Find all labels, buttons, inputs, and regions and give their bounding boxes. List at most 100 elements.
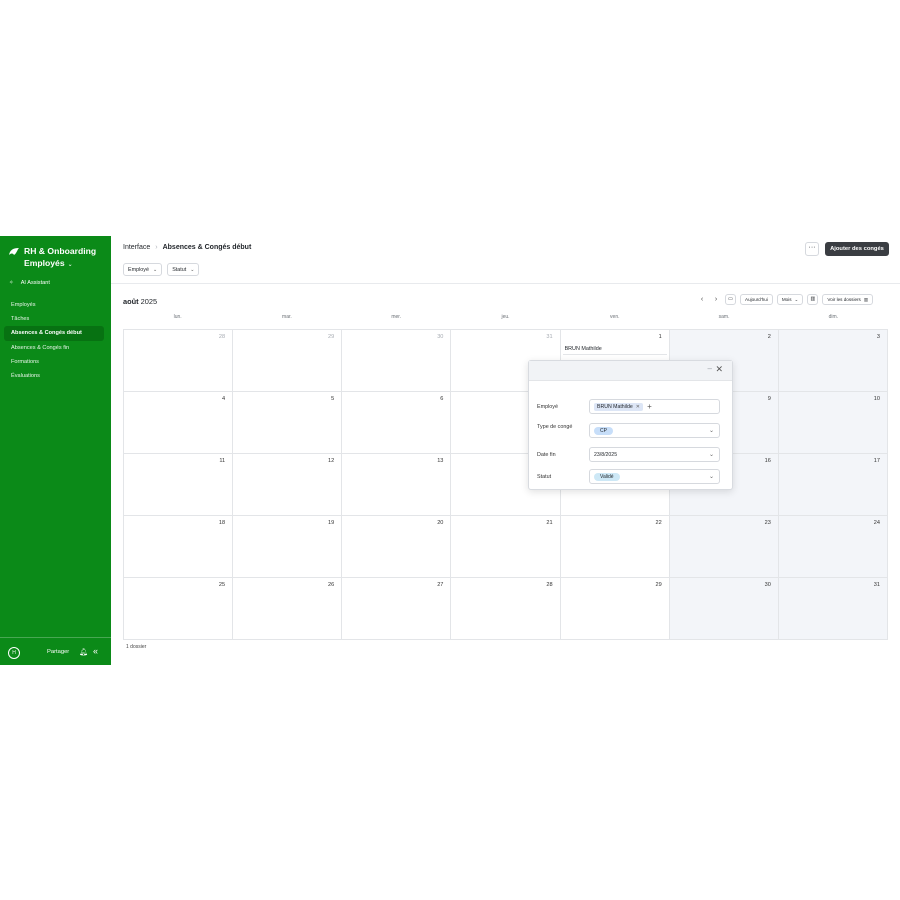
- bell-icon[interactable]: 🔔︎: [79, 648, 88, 656]
- workspace-section: Employés: [24, 258, 65, 268]
- panel-icon: ▥: [863, 296, 869, 302]
- calendar-day-number: 31: [873, 582, 880, 588]
- calendar-day-cell[interactable]: 28: [451, 578, 561, 640]
- columns-icon[interactable]: ▥: [807, 294, 819, 305]
- calendar-day-number: 9: [767, 396, 771, 402]
- logo-icon: [9, 248, 19, 255]
- calendar-day-number: 26: [328, 582, 335, 588]
- field-employee-label: Employé: [537, 404, 558, 410]
- calendar-day-number: 23: [764, 520, 771, 526]
- employee-field[interactable]: BRUN Mathilde ✕ +: [589, 399, 720, 414]
- more-options-button[interactable]: ···: [805, 242, 819, 256]
- filter-bar: Employé ⌄ Statut ⌄: [123, 263, 200, 276]
- chevron-down-icon: ⌄: [708, 428, 714, 434]
- close-icon[interactable]: ✕: [715, 364, 723, 375]
- calendar-day-cell[interactable]: 6: [342, 392, 452, 454]
- remove-icon[interactable]: ✕: [636, 404, 640, 410]
- weekday-label: ven.: [610, 314, 620, 320]
- minimize-icon[interactable]: –: [708, 364, 712, 373]
- add-icon[interactable]: +: [647, 402, 652, 411]
- ai-assistant-button[interactable]: ✧ AI Assistant: [9, 280, 50, 286]
- calendar-day-cell[interactable]: 27: [342, 578, 452, 640]
- filter-status-label: Statut: [172, 266, 187, 273]
- sidebar-item-formations[interactable]: Formations: [4, 355, 104, 369]
- calendar-day-number: 25: [218, 582, 226, 588]
- calendar-day-cell[interactable]: 18: [124, 516, 234, 578]
- sidebar: RH & Onboarding Employés ⌄ ✧ AI Assistant…: [0, 236, 111, 665]
- end-date-input[interactable]: 23/8/2025 ⌄: [589, 447, 720, 462]
- sidebar-item-employes[interactable]: Employés: [4, 298, 104, 312]
- calendar-day-cell[interactable]: 4: [124, 392, 234, 454]
- calendar-day-cell[interactable]: 30: [669, 578, 779, 640]
- calendar-day-number: 11: [219, 458, 226, 464]
- breadcrumb-root[interactable]: Interface: [123, 244, 150, 251]
- calendar-day-cell[interactable]: 5: [233, 392, 343, 454]
- calendar-day-cell[interactable]: 10: [778, 392, 888, 454]
- collapse-sidebar-icon[interactable]: «: [93, 646, 98, 656]
- field-type-label: Type de congé: [537, 424, 573, 430]
- sidebar-item-absences-fin[interactable]: Absences & Congés fin: [4, 341, 104, 355]
- calendar-day-cell[interactable]: 29: [233, 330, 343, 392]
- calendar-day-cell[interactable]: 26: [233, 578, 343, 640]
- add-leave-button[interactable]: Ajouter des congés: [825, 242, 889, 256]
- sidebar-item-evaluations[interactable]: Évaluations: [4, 369, 104, 383]
- calendar-day-cell[interactable]: 17: [778, 454, 888, 516]
- record-count: 1 dossier: [126, 644, 147, 650]
- calendar-day-number: 20: [437, 520, 444, 526]
- filter-status[interactable]: Statut ⌄: [167, 263, 200, 276]
- calendar-day-cell[interactable]: 25: [124, 578, 234, 640]
- calendar-day-cell[interactable]: 29: [560, 578, 670, 640]
- calendar-day-cell[interactable]: 31: [778, 578, 888, 640]
- calendar-day-number: 12: [328, 458, 335, 464]
- calendar-day-cell[interactable]: 23: [669, 516, 779, 578]
- filter-employee[interactable]: Employé ⌄: [123, 263, 163, 276]
- calendar-day-number: 29: [328, 334, 335, 340]
- calendar-day-number: 27: [437, 582, 444, 588]
- calendar-icon[interactable]: ▭: [725, 294, 736, 305]
- calendar-day-cell[interactable]: 21: [451, 516, 561, 578]
- calendar-day-cell[interactable]: 28: [124, 330, 234, 392]
- chevron-down-icon: ⌄: [67, 262, 73, 268]
- calendar-day-cell[interactable]: 3: [778, 330, 888, 392]
- view-records-button[interactable]: Voir les dossiers ▥: [822, 294, 874, 305]
- page-title: Absences & Congés début: [162, 244, 252, 251]
- prev-month-icon[interactable]: ‹: [697, 294, 707, 305]
- view-select[interactable]: Mois ⌄: [776, 294, 804, 305]
- app-window: RH & Onboarding Employés ⌄ ✧ AI Assistant…: [0, 236, 900, 665]
- calendar-event[interactable]: BRUN Mathilde: [562, 344, 667, 355]
- record-popup: – ✕ Employé BRUN Mathilde ✕ + Type de co…: [528, 360, 733, 490]
- leave-type-select[interactable]: CP ⌄: [589, 423, 720, 438]
- calendar-day-cell[interactable]: 20: [342, 516, 452, 578]
- weekday-label: mer.: [391, 314, 402, 320]
- calendar-day-cell[interactable]: 13: [342, 454, 452, 516]
- calendar-day-number: 6: [440, 396, 444, 402]
- calendar-day-cell[interactable]: 22: [560, 516, 670, 578]
- weekday-label: dim.: [828, 314, 839, 320]
- sidebar-item-taches[interactable]: Tâches: [4, 312, 104, 326]
- calendar-day-number: 1: [658, 334, 662, 340]
- calendar-day-cell[interactable]: 12: [233, 454, 343, 516]
- today-button[interactable]: Aujourd'hui: [740, 294, 773, 305]
- chevron-down-icon: ⌄: [708, 474, 714, 480]
- end-date-value: 23/8/2025: [594, 451, 618, 458]
- avatar[interactable]: H: [8, 647, 20, 659]
- sparkle-icon: ✧: [9, 280, 14, 286]
- calendar-day-cell[interactable]: 24: [778, 516, 888, 578]
- popup-header: – ✕: [529, 361, 732, 381]
- calendar-day-number: 28: [218, 334, 226, 340]
- sidebar-nav: Employés Tâches Absences & Congés début …: [4, 298, 104, 383]
- status-select[interactable]: Validé ⌄: [589, 469, 720, 484]
- calendar-day-number: 4: [222, 396, 226, 402]
- calendar-day-cell[interactable]: 11: [124, 454, 234, 516]
- breadcrumb: Interface › Absences & Congés début: [123, 244, 251, 251]
- month-year: 2025: [140, 297, 158, 306]
- month-name: août: [123, 297, 139, 306]
- calendar-day-cell[interactable]: 30: [342, 330, 452, 392]
- leave-type-pill: CP: [594, 426, 613, 435]
- next-month-icon[interactable]: ›: [711, 294, 721, 305]
- calendar-day-cell[interactable]: 19: [233, 516, 343, 578]
- calendar-day-number: 5: [331, 396, 335, 402]
- sidebar-item-absences-debut[interactable]: Absences & Congés début: [4, 326, 104, 341]
- share-button[interactable]: Partager: [47, 649, 69, 655]
- view-select-label: Mois: [781, 297, 792, 302]
